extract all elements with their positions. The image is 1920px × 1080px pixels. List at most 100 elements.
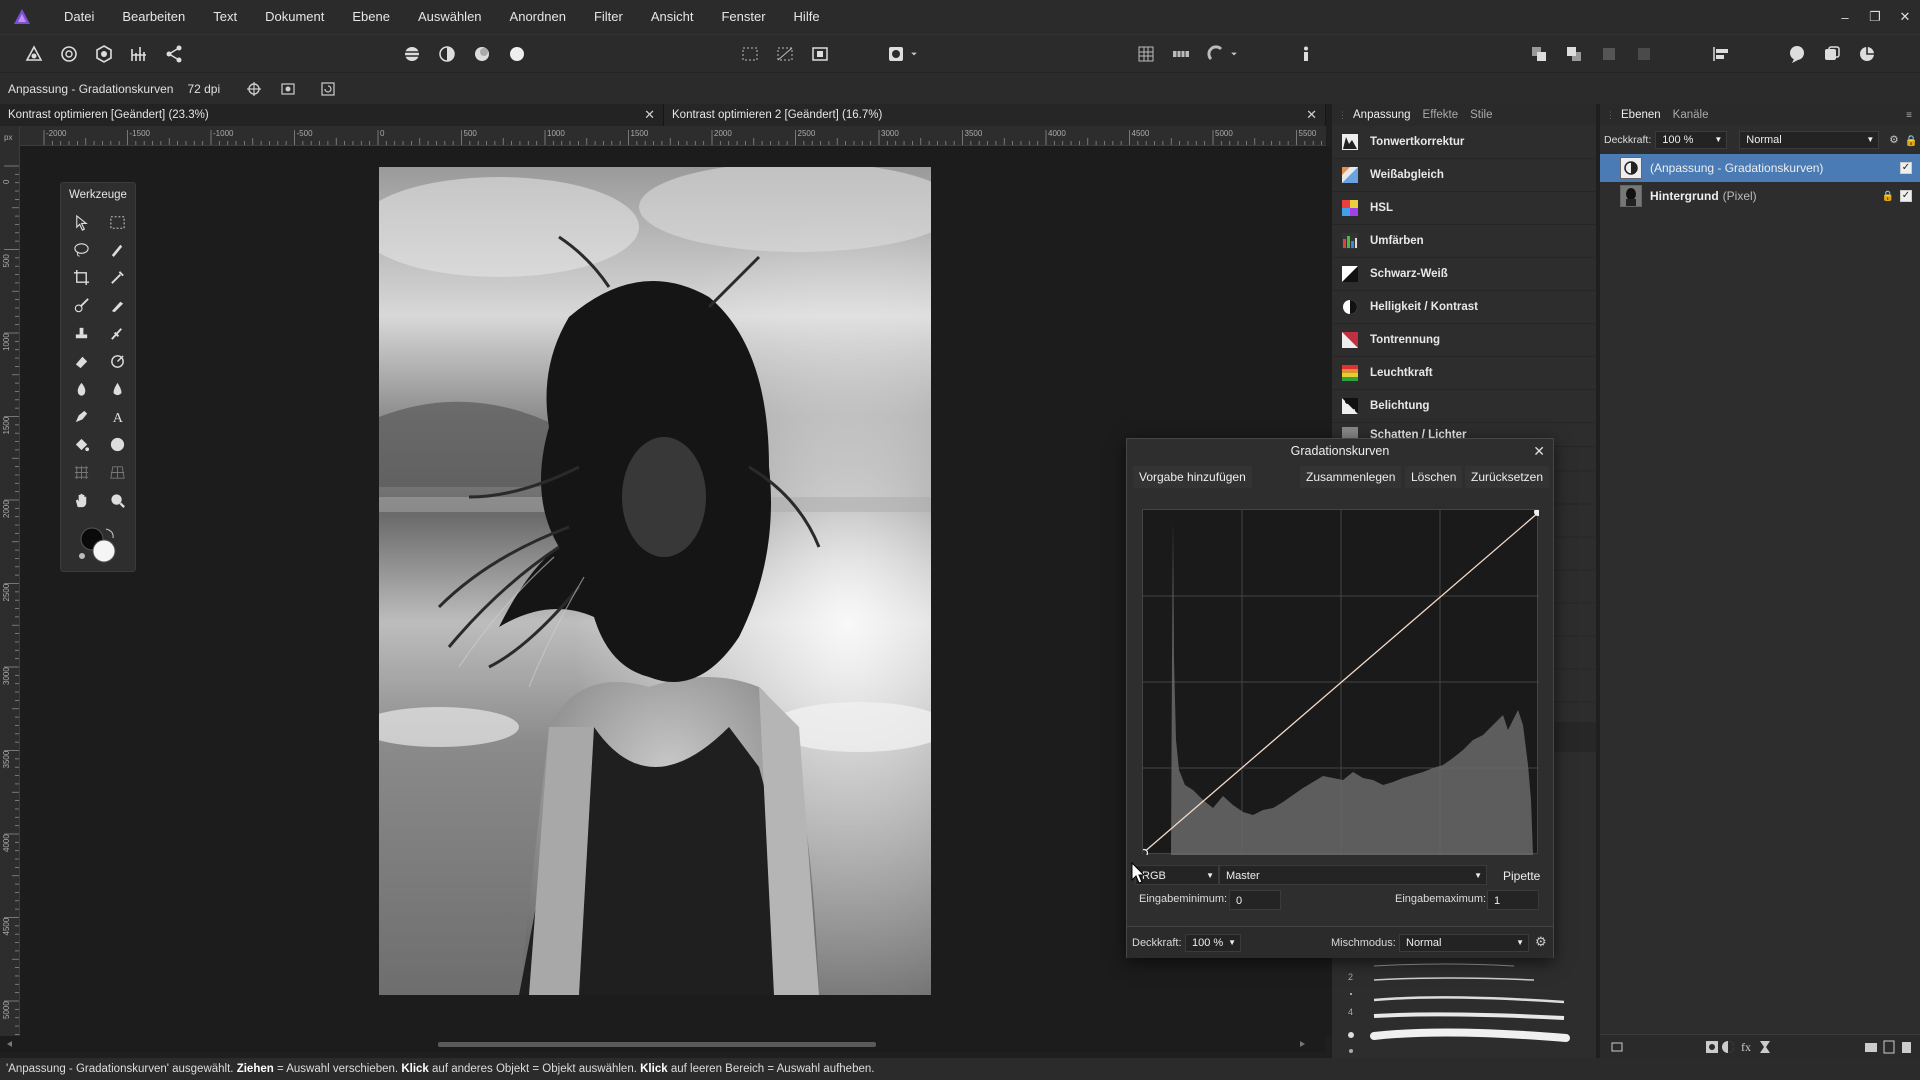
shape-tool-icon[interactable]	[103, 431, 131, 457]
menu-anordnen[interactable]: Anordnen	[496, 0, 580, 34]
close-tab-icon[interactable]: ✕	[1306, 104, 1317, 126]
color-swatches[interactable]	[76, 523, 120, 563]
transform-origin-icon[interactable]	[276, 78, 300, 100]
tab-document-1[interactable]: Kontrast optimieren [Geändert] (23.3%) ✕	[0, 104, 664, 126]
view-hand-tool-icon[interactable]	[67, 487, 95, 513]
quick-mask-icon[interactable]	[772, 41, 798, 67]
layer-blend-mode-select[interactable]: Normal ▼	[1739, 131, 1880, 149]
fill-tool-icon[interactable]	[67, 431, 95, 457]
crop-tool-icon[interactable]	[67, 264, 95, 290]
auto-white-balance-icon[interactable]	[504, 41, 530, 67]
pen-tool-icon[interactable]	[67, 403, 95, 429]
menu-ebene[interactable]: Ebene	[338, 0, 404, 34]
close-icon[interactable]: ✕	[1533, 439, 1545, 463]
menu-hilfe[interactable]: Hilfe	[780, 0, 834, 34]
adjustment-item-vibrance[interactable]: Leuchtkraft	[1332, 357, 1596, 390]
auto-contrast-icon[interactable]	[434, 41, 460, 67]
menu-fenster[interactable]: Fenster	[707, 0, 779, 34]
arrange-backmost-icon[interactable]	[1631, 41, 1657, 67]
clone-tool-icon[interactable]	[67, 320, 95, 346]
burn-tool-icon[interactable]	[67, 376, 95, 402]
zoom-tool-icon[interactable]	[103, 487, 131, 513]
perspective-tool-icon[interactable]	[103, 459, 131, 485]
menu-datei[interactable]: Datei	[50, 0, 108, 34]
tab-stile[interactable]: Stile	[1464, 109, 1498, 121]
refine-selection-icon[interactable]	[807, 41, 833, 67]
curves-blend-select[interactable]: Normal ▼	[1399, 934, 1529, 952]
adjustment-item-hsl[interactable]: HSL	[1332, 192, 1596, 225]
snapping-grid-icon[interactable]	[1133, 41, 1159, 67]
menu-bearbeiten[interactable]: Bearbeiten	[108, 0, 199, 34]
paint-brush-tool-icon[interactable]	[67, 292, 95, 318]
pipette-button[interactable]: Pipette	[1497, 865, 1546, 887]
layer-visibility-checkbox[interactable]: ✓	[1900, 162, 1912, 174]
adjustment-item-exposure[interactable]: Belichtung	[1332, 390, 1596, 423]
close-window-button[interactable]: ✕	[1890, 0, 1920, 34]
selection-brush-tool-icon[interactable]	[103, 236, 131, 262]
curve-point-high[interactable]	[1534, 508, 1542, 516]
reset-transform-icon[interactable]	[316, 78, 340, 100]
horizontal-scroll-thumb[interactable]	[438, 1042, 876, 1047]
info-icon[interactable]	[1293, 41, 1319, 67]
channel-select[interactable]: RGB ▼	[1135, 865, 1219, 885]
arrange-front-icon[interactable]	[1596, 41, 1622, 67]
panel-menu-icon[interactable]: ≡	[1906, 110, 1912, 121]
arrange-back-icon[interactable]	[1561, 41, 1587, 67]
layer-visibility-checkbox[interactable]: ✓	[1900, 190, 1912, 202]
adjustment-item-brightness-contrast[interactable]: Helligkeit / Kontrast	[1332, 291, 1596, 324]
curves-graph[interactable]	[1139, 508, 1542, 858]
rectangular-marquee-tool-icon[interactable]	[103, 209, 131, 235]
pixel-brush-tool-icon[interactable]	[103, 292, 131, 318]
tab-document-2[interactable]: Kontrast optimieren 2 [Geändert] (16.7%)…	[664, 104, 1326, 126]
selection-marquee-icon[interactable]	[737, 41, 763, 67]
restore-button[interactable]: ❐	[1860, 0, 1890, 34]
brush-width-presets[interactable]: 2 4	[1334, 958, 1594, 1054]
input-min-field[interactable]: 0	[1229, 890, 1281, 910]
move-tool-icon[interactable]	[67, 209, 95, 235]
blur-tool-icon[interactable]	[103, 376, 131, 402]
develop-persona-icon[interactable]	[91, 41, 117, 67]
curve-target-select[interactable]: Master ▼	[1219, 865, 1487, 885]
tab-ebenen[interactable]: Ebenen	[1615, 109, 1667, 121]
liquify-persona-icon[interactable]	[56, 41, 82, 67]
dodge-tool-icon[interactable]	[103, 348, 131, 374]
delete-button[interactable]: Löschen	[1405, 466, 1463, 488]
arrange-forward-icon[interactable]	[1526, 41, 1552, 67]
auto-levels-icon[interactable]	[399, 41, 425, 67]
tone-mapping-persona-icon[interactable]	[126, 41, 152, 67]
snapping-magnet-icon[interactable]	[1203, 41, 1229, 67]
horizontal-scrollbar[interactable]	[0, 1036, 1326, 1052]
tab-effekte[interactable]: Effekte	[1417, 109, 1465, 121]
layer-opacity-select[interactable]: 100 % ▼	[1655, 131, 1728, 149]
tab-anpassung[interactable]: Anpassung	[1347, 109, 1417, 121]
adjustment-item-posterize[interactable]: Tontrennung	[1332, 324, 1596, 357]
color-picker-tool-icon[interactable]	[103, 264, 131, 290]
assistant-icon[interactable]	[1784, 41, 1810, 67]
layer-lock-icon[interactable]: 🔒	[1882, 191, 1894, 202]
close-tab-icon[interactable]: ✕	[644, 104, 655, 126]
affinity-photo-logo-icon[interactable]	[12, 7, 32, 27]
input-max-field[interactable]: 1	[1487, 890, 1539, 910]
eraser-tool-icon[interactable]	[67, 348, 95, 374]
snapping-dropdown-chevron-icon[interactable]	[1227, 41, 1241, 67]
menu-filter[interactable]: Filter	[580, 0, 637, 34]
minimize-button[interactable]: –	[1830, 0, 1860, 34]
menu-text[interactable]: Text	[199, 0, 251, 34]
align-icon[interactable]	[1708, 41, 1734, 67]
layer-settings-gear-icon[interactable]: ⚙	[1889, 134, 1898, 146]
preferences-icon[interactable]	[1819, 41, 1845, 67]
adjustment-item-levels[interactable]: Tonwertkorrektur	[1332, 126, 1596, 159]
add-preset-button[interactable]: Vorgabe hinzufügen	[1133, 466, 1252, 488]
move-anchor-icon[interactable]	[242, 78, 266, 100]
photo-persona-icon[interactable]	[21, 41, 47, 67]
export-persona-icon[interactable]	[161, 41, 187, 67]
mode-dropdown-chevron-icon[interactable]	[907, 41, 921, 67]
adjustment-item-recolor[interactable]: Umfärben	[1332, 225, 1596, 258]
reset-button[interactable]: Zurücksetzen	[1465, 466, 1550, 488]
layer-row-curves[interactable]: (Anpassung - Gradationskurven) ✓	[1600, 154, 1920, 182]
menu-ansicht[interactable]: Ansicht	[637, 0, 708, 34]
snapping-options-icon[interactable]	[1168, 41, 1194, 67]
merge-button[interactable]: Zusammenlegen	[1300, 466, 1402, 488]
healing-brush-tool-icon[interactable]	[103, 320, 131, 346]
menu-dokument[interactable]: Dokument	[251, 0, 338, 34]
